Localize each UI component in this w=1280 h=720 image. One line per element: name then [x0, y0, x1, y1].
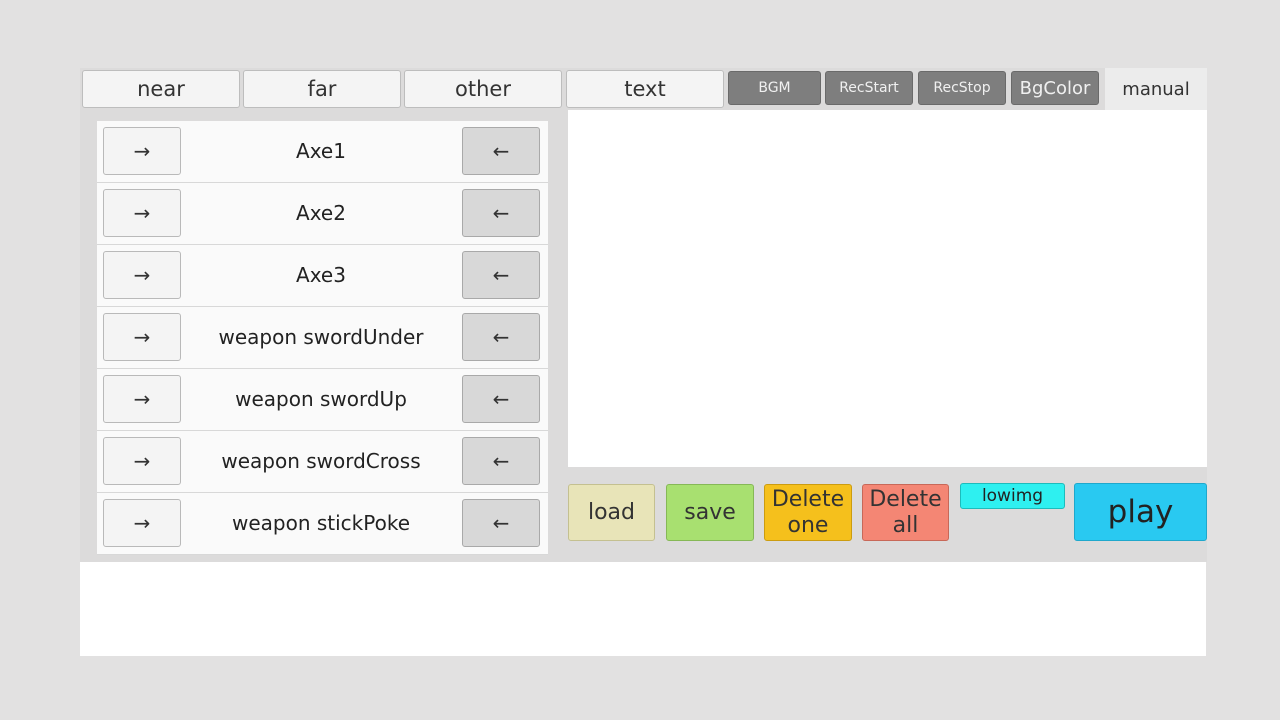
- list-item: → weapon swordUnder ←: [97, 307, 548, 369]
- load-label: load: [587, 499, 636, 525]
- arrow-right-icon: →: [133, 325, 151, 349]
- item-label: weapon stickPoke: [231, 511, 411, 535]
- remove-item-button[interactable]: ←: [462, 499, 540, 547]
- item-label: Axe1: [296, 139, 346, 163]
- manual-tab[interactable]: manual: [1105, 68, 1207, 110]
- arrow-right-icon: →: [133, 201, 151, 225]
- arrow-left-icon: ←: [492, 511, 510, 535]
- list-item: → Axe3 ←: [97, 245, 548, 307]
- remove-item-button[interactable]: ←: [462, 189, 540, 237]
- bgm-button[interactable]: BGM: [728, 71, 821, 105]
- rec-start-button[interactable]: RecStart: [825, 71, 913, 105]
- add-item-button[interactable]: →: [103, 251, 181, 299]
- add-item-button[interactable]: →: [103, 189, 181, 237]
- delete-one-button[interactable]: Delete one: [764, 484, 852, 541]
- arrow-left-icon: ←: [492, 263, 510, 287]
- play-button[interactable]: play: [1074, 483, 1207, 541]
- list-item: → weapon stickPoke ←: [97, 493, 548, 555]
- list-item: → Axe2 ←: [97, 183, 548, 245]
- arrow-left-icon: ←: [492, 139, 510, 163]
- list-item: → Axe1 ←: [97, 121, 548, 183]
- load-button[interactable]: load: [568, 484, 655, 541]
- arrow-right-icon: →: [133, 449, 151, 473]
- list-item: → weapon swordUp ←: [97, 369, 548, 431]
- item-label: weapon swordUnder: [218, 325, 424, 349]
- list-item: → weapon swordCross ←: [97, 431, 548, 493]
- item-label: Axe2: [296, 201, 346, 225]
- add-item-button[interactable]: →: [103, 437, 181, 485]
- save-button[interactable]: save: [666, 484, 754, 541]
- tab-far[interactable]: far: [243, 70, 401, 108]
- delete-all-button[interactable]: Delete all: [862, 484, 949, 541]
- remove-item-button[interactable]: ←: [462, 375, 540, 423]
- delete-all-label-line2: all: [892, 512, 919, 538]
- remove-item-button[interactable]: ←: [462, 313, 540, 361]
- item-label: weapon swordCross: [221, 449, 421, 473]
- tab-text[interactable]: text: [566, 70, 724, 108]
- lowimg-toggle[interactable]: lowimg: [960, 483, 1065, 509]
- arrow-left-icon: ←: [492, 387, 510, 411]
- bottom-panel: [80, 562, 1206, 656]
- item-list: → Axe1 ← → Axe2 ← → Axe3 ← → weapon swor…: [97, 121, 548, 555]
- item-label: Axe3: [296, 263, 346, 287]
- lowimg-label: lowimg: [981, 486, 1044, 506]
- play-label: play: [1107, 494, 1174, 530]
- item-label: weapon swordUp: [235, 387, 407, 411]
- arrow-left-icon: ←: [492, 325, 510, 349]
- bg-color-button[interactable]: BgColor: [1011, 71, 1099, 105]
- tab-other[interactable]: other: [404, 70, 562, 108]
- add-item-button[interactable]: →: [103, 499, 181, 547]
- arrow-right-icon: →: [133, 511, 151, 535]
- add-item-button[interactable]: →: [103, 375, 181, 423]
- remove-item-button[interactable]: ←: [462, 437, 540, 485]
- delete-all-label-line1: Delete: [869, 486, 942, 512]
- arrow-right-icon: →: [133, 387, 151, 411]
- arrow-right-icon: →: [133, 263, 151, 287]
- arrow-left-icon: ←: [492, 449, 510, 473]
- add-item-button[interactable]: →: [103, 127, 181, 175]
- delete-one-label-line1: Delete: [771, 486, 845, 512]
- delete-one-label-line2: one: [787, 512, 829, 538]
- add-item-button[interactable]: →: [103, 313, 181, 361]
- arrow-right-icon: →: [133, 139, 151, 163]
- save-label: save: [684, 499, 736, 525]
- remove-item-button[interactable]: ←: [462, 251, 540, 299]
- preview-area: [568, 110, 1207, 467]
- tab-near[interactable]: near: [82, 70, 240, 108]
- remove-item-button[interactable]: ←: [462, 127, 540, 175]
- arrow-left-icon: ←: [492, 201, 510, 225]
- rec-stop-button[interactable]: RecStop: [918, 71, 1006, 105]
